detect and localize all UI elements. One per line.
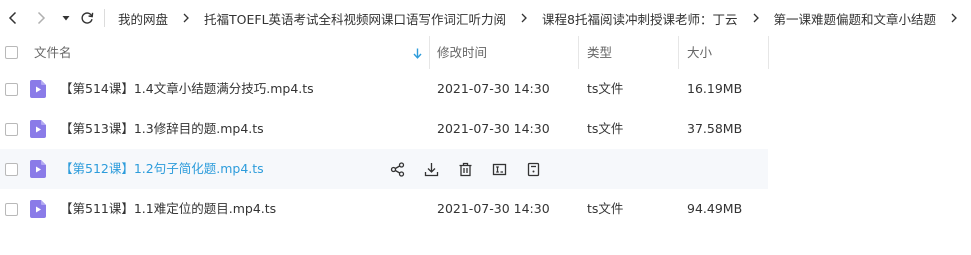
share-icon <box>390 161 404 177</box>
file-type: ts文件 <box>587 81 624 96</box>
video-file-icon <box>30 160 46 178</box>
file-modified: 2021-07-30 14:30 <box>437 121 550 136</box>
breadcrumb: 我的网盘 托福TOEFL英语考试全科视频网课口语写作词汇听力阅 课程8托福阅读冲… <box>118 0 971 36</box>
column-divider[interactable] <box>578 36 579 69</box>
file-row[interactable]: 【第511课】1.1难定位的题目.mp4.ts 2021-07-30 14:30… <box>0 189 971 229</box>
column-header-size[interactable]: 大小 <box>687 36 712 69</box>
forward-button[interactable] <box>32 8 50 28</box>
row-actions <box>388 149 558 189</box>
chevron-right-icon <box>37 11 46 25</box>
row-checkbox[interactable] <box>5 83 18 96</box>
file-name[interactable]: 【第511课】1.1难定位的题目.mp4.ts <box>60 189 276 229</box>
back-button[interactable] <box>4 8 22 28</box>
arrow-down-icon[interactable] <box>413 48 422 59</box>
column-divider[interactable] <box>429 36 430 69</box>
more-icon <box>527 162 539 176</box>
column-divider[interactable] <box>768 36 769 69</box>
breadcrumb-item-current-folder[interactable]: 第一课难题偏题和文章小结题 <box>774 9 937 28</box>
rename-button[interactable] <box>490 160 508 178</box>
delete-icon <box>459 162 471 176</box>
file-row[interactable]: 【第514课】1.4文章小结题满分技巧.mp4.ts 2021-07-30 14… <box>0 69 971 109</box>
more-button[interactable] <box>524 160 542 178</box>
rename-icon <box>492 163 506 175</box>
breadcrumb-item-my-disk[interactable]: 我的网盘 <box>118 9 168 28</box>
breadcrumb-separator <box>506 13 542 23</box>
download-icon <box>424 162 438 176</box>
caret-down-icon <box>62 16 70 21</box>
chevron-right-icon <box>521 13 527 23</box>
breadcrumb-separator <box>168 13 204 23</box>
delete-button[interactable] <box>456 160 474 178</box>
breadcrumb-item-reading-course[interactable]: 课程8托福阅读冲刺授课老师：丁云 <box>542 9 737 28</box>
chevron-right-icon <box>951 13 957 23</box>
chevron-left-icon <box>8 11 17 25</box>
file-size: 16.19MB <box>687 81 743 96</box>
navigation-bar: 我的网盘 托福TOEFL英语考试全科视频网课口语写作词汇听力阅 课程8托福阅读冲… <box>0 0 971 36</box>
chevron-right-icon <box>183 13 189 23</box>
download-button[interactable] <box>422 160 440 178</box>
file-type: ts文件 <box>587 201 624 216</box>
breadcrumb-item-toefl-course[interactable]: 托福TOEFL英语考试全科视频网课口语写作词汇听力阅 <box>204 9 506 28</box>
video-file-icon <box>30 120 46 138</box>
refresh-icon <box>81 12 94 24</box>
file-row-hovered[interactable]: 【第512课】1.2句子简化题.mp4.ts <box>0 149 971 189</box>
share-button[interactable] <box>388 160 406 178</box>
nav-divider <box>104 9 105 27</box>
file-type: ts文件 <box>587 121 624 136</box>
file-name[interactable]: 【第513课】1.3修辞目的题.mp4.ts <box>60 109 264 149</box>
row-checkbox[interactable] <box>5 203 18 216</box>
column-header-modified[interactable]: 修改时间 <box>437 36 487 69</box>
refresh-button[interactable] <box>78 8 96 28</box>
select-all-checkbox[interactable] <box>5 46 18 59</box>
row-checkbox[interactable] <box>5 123 18 136</box>
breadcrumb-separator <box>738 13 774 23</box>
file-size: 94.49MB <box>687 201 743 216</box>
video-file-icon <box>30 80 46 98</box>
file-name[interactable]: 【第512课】1.2句子简化题.mp4.ts <box>60 149 264 189</box>
video-file-icon <box>30 200 46 218</box>
file-size: 37.58MB <box>687 121 743 136</box>
row-checkbox[interactable] <box>5 163 18 176</box>
chevron-right-icon <box>753 13 759 23</box>
file-list-header: 文件名 修改时间 类型 大小 <box>0 36 971 69</box>
file-row[interactable]: 【第513课】1.3修辞目的题.mp4.ts 2021-07-30 14:30 … <box>0 109 971 149</box>
breadcrumb-separator <box>936 13 971 23</box>
column-divider[interactable] <box>678 36 679 69</box>
column-header-type[interactable]: 类型 <box>587 36 612 69</box>
file-modified: 2021-07-30 14:30 <box>437 201 550 216</box>
history-dropdown-button[interactable] <box>57 8 75 28</box>
column-header-name[interactable]: 文件名 <box>34 36 72 69</box>
file-modified: 2021-07-30 14:30 <box>437 81 550 96</box>
file-name[interactable]: 【第514课】1.4文章小结题满分技巧.mp4.ts <box>60 69 314 109</box>
